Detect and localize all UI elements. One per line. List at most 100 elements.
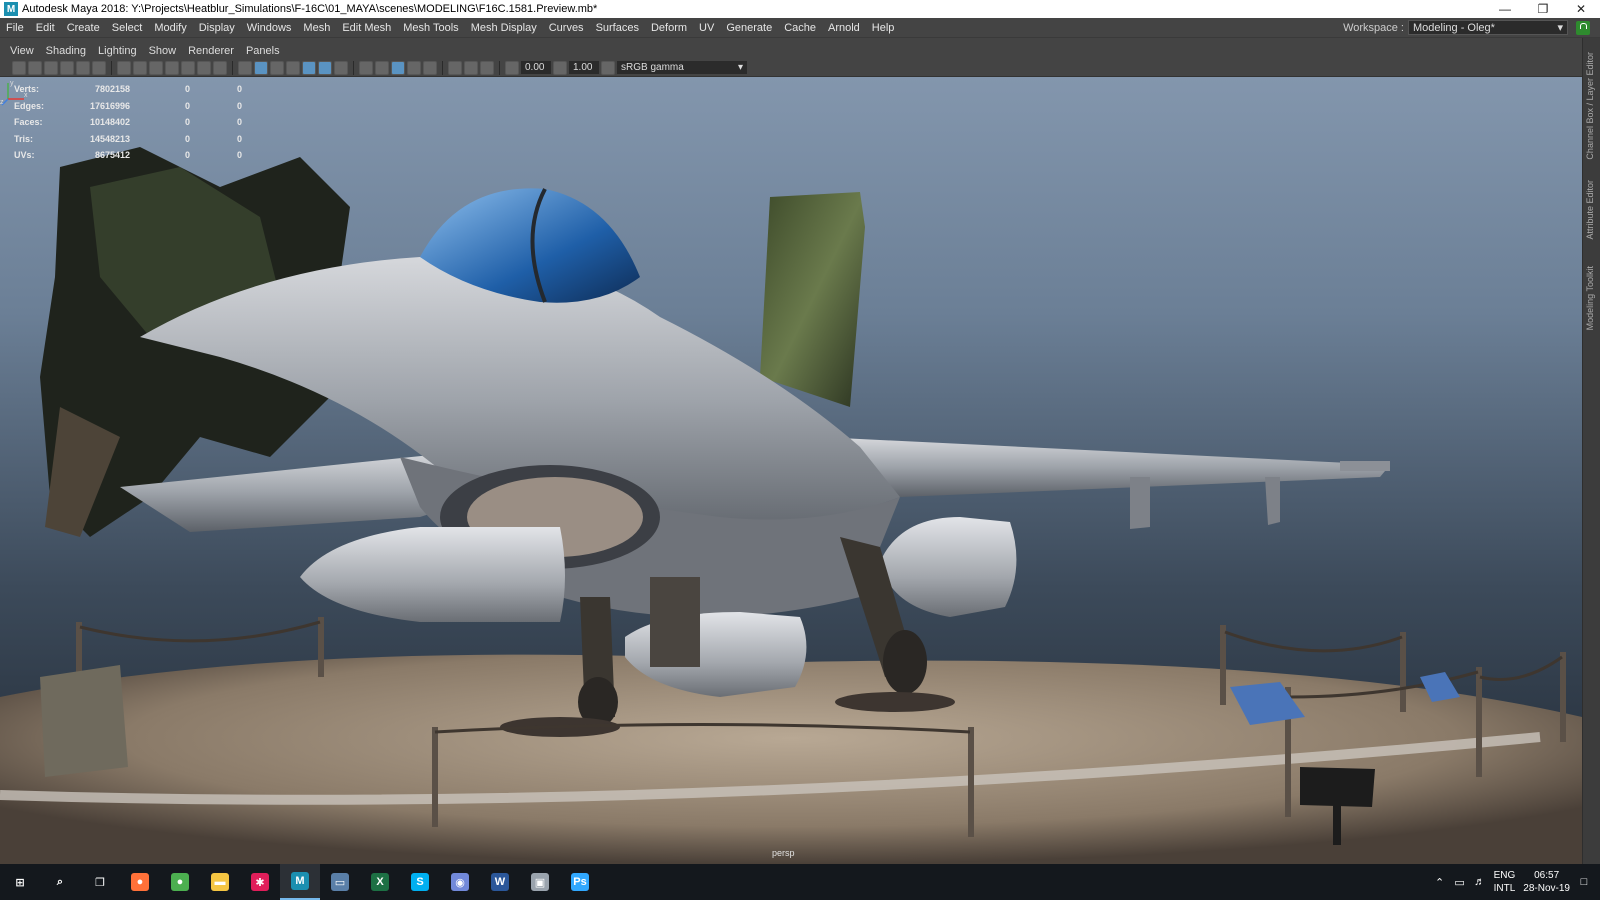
menu-help[interactable]: Help: [866, 22, 901, 34]
menu-arnold[interactable]: Arnold: [822, 22, 866, 34]
taskbar-button[interactable]: ❐: [80, 864, 120, 900]
2d-pan-zoom-icon[interactable]: [76, 60, 90, 75]
motion-blur-icon[interactable]: [375, 60, 389, 75]
gamma-icon[interactable]: [553, 60, 567, 75]
menu-surfaces[interactable]: Surfaces: [590, 22, 645, 34]
taskbar-button[interactable]: M: [280, 864, 320, 900]
resolution-gate-icon[interactable]: [149, 60, 163, 75]
taskbar-button[interactable]: ●: [160, 864, 200, 900]
taskbar-button[interactable]: ◉: [440, 864, 480, 900]
panel-menu-renderer[interactable]: Renderer: [182, 45, 240, 57]
menu-display[interactable]: Display: [193, 22, 241, 34]
camera-attributes-icon[interactable]: [28, 60, 42, 75]
gamma-field[interactable]: 1.00: [569, 61, 599, 74]
lock-icon[interactable]: [1576, 20, 1590, 35]
menu-edit[interactable]: Edit: [30, 22, 61, 34]
panel-menu-lighting[interactable]: Lighting: [92, 45, 143, 57]
workspace-dropdown[interactable]: Modeling - Oleg* ▾: [1408, 20, 1568, 35]
film-gate-icon[interactable]: [133, 60, 147, 75]
grid-icon[interactable]: [117, 60, 131, 75]
network-icon[interactable]: ▭: [1454, 876, 1466, 889]
language-indicator[interactable]: ENG INTL: [1494, 869, 1516, 895]
taskbar-button[interactable]: ●: [120, 864, 160, 900]
menu-select[interactable]: Select: [106, 22, 149, 34]
taskbar-button[interactable]: ✱: [240, 864, 280, 900]
menu-curves[interactable]: Curves: [543, 22, 590, 34]
menu-deform[interactable]: Deform: [645, 22, 693, 34]
volume-icon[interactable]: ♬: [1474, 876, 1486, 888]
bookmarks-icon[interactable]: [44, 60, 58, 75]
channel-box-tab[interactable]: Channel Box / Layer Editor: [1585, 52, 1595, 160]
menu-mesh[interactable]: Mesh: [297, 22, 336, 34]
notifications-icon[interactable]: □: [1578, 876, 1590, 888]
textured-icon[interactable]: [302, 60, 316, 75]
menu-uv[interactable]: UV: [693, 22, 720, 34]
panel-menu-panels[interactable]: Panels: [240, 45, 286, 57]
shadows-icon[interactable]: [334, 60, 348, 75]
xray-joints-icon[interactable]: [480, 60, 494, 75]
main-gear-left: [650, 577, 700, 667]
menu-cache[interactable]: Cache: [778, 22, 822, 34]
taskbar-button[interactable]: ▣: [520, 864, 560, 900]
panel-menu-show[interactable]: Show: [143, 45, 183, 57]
exposure-icon[interactable]: [505, 60, 519, 75]
taskbar-button[interactable]: X: [360, 864, 400, 900]
menu-mesh-display[interactable]: Mesh Display: [465, 22, 543, 34]
safe-title-icon[interactable]: [213, 60, 227, 75]
xray-icon[interactable]: [448, 60, 462, 75]
clock[interactable]: 06:57 28-Nov-19: [1523, 869, 1570, 895]
toolbar-separator: [353, 60, 354, 75]
taskbar-button[interactable]: ▭: [320, 864, 360, 900]
safe-action-icon[interactable]: [197, 60, 211, 75]
3d-viewport[interactable]: Verts: 7802158 0 0 Edges: 17616996 0 0 F…: [0, 77, 1582, 864]
hud-label: Tris:: [14, 133, 34, 144]
field-chart-icon[interactable]: [181, 60, 195, 75]
chevron-up-icon[interactable]: ⌃: [1434, 876, 1446, 889]
taskbar-button[interactable]: ▬: [200, 864, 240, 900]
hud-component: 0: [236, 133, 242, 144]
hud-row-faces: Faces: 10148402 0 0: [14, 114, 246, 131]
attribute-editor-tab[interactable]: Attribute Editor: [1585, 180, 1595, 240]
taskbar-button[interactable]: ⊞: [0, 864, 40, 900]
modeling-toolkit-tab[interactable]: Modeling Toolkit: [1585, 266, 1595, 330]
toolbar-separator: [499, 60, 500, 75]
lights-icon[interactable]: [318, 60, 332, 75]
menu-file[interactable]: File: [0, 22, 30, 34]
smooth-shade-icon[interactable]: [254, 60, 268, 75]
close-icon[interactable]: ✕: [1562, 0, 1600, 18]
gate-mask-icon[interactable]: [165, 60, 179, 75]
restore-icon[interactable]: ❐: [1524, 0, 1562, 18]
menu-edit-mesh[interactable]: Edit Mesh: [336, 22, 397, 34]
wheel-chock-right: [835, 692, 955, 712]
xray-active-icon[interactable]: [464, 60, 478, 75]
image-plane-icon[interactable]: [60, 60, 74, 75]
hud-value: 14548213: [89, 133, 130, 144]
default-material-icon[interactable]: [270, 60, 284, 75]
menu-windows[interactable]: Windows: [241, 22, 298, 34]
panel-menu-view[interactable]: View: [4, 45, 40, 57]
wireframe-on-shaded-icon[interactable]: [286, 60, 300, 75]
exposure-field[interactable]: 0.00: [521, 61, 551, 74]
screen-space-ao-icon[interactable]: [359, 60, 373, 75]
taskbar-button[interactable]: Ps: [560, 864, 600, 900]
minimize-icon[interactable]: —: [1486, 0, 1524, 18]
menu-generate[interactable]: Generate: [720, 22, 778, 34]
slack-icon: ✱: [251, 873, 269, 891]
main-menu-bar: File Edit Create Select Modify Display W…: [0, 18, 1600, 38]
menu-create[interactable]: Create: [61, 22, 106, 34]
menu-mesh-tools[interactable]: Mesh Tools: [397, 22, 464, 34]
grease-pencil-icon[interactable]: [92, 60, 106, 75]
color-space-dropdown[interactable]: sRGB gamma ▾: [617, 61, 747, 74]
depth-of-field-icon[interactable]: [407, 60, 421, 75]
menu-modify[interactable]: Modify: [148, 22, 192, 34]
panel-menu-shading[interactable]: Shading: [40, 45, 92, 57]
anti-aliasing-icon[interactable]: [391, 60, 405, 75]
color-management-icon[interactable]: [601, 60, 615, 75]
wireframe-icon[interactable]: [238, 60, 252, 75]
taskbar-button[interactable]: S: [400, 864, 440, 900]
taskbar-button[interactable]: ⌕: [40, 864, 80, 900]
taskbar-button[interactable]: W: [480, 864, 520, 900]
isolate-select-icon[interactable]: [423, 60, 437, 75]
app-icon: ▣: [531, 873, 549, 891]
select-camera-icon[interactable]: [12, 60, 26, 75]
